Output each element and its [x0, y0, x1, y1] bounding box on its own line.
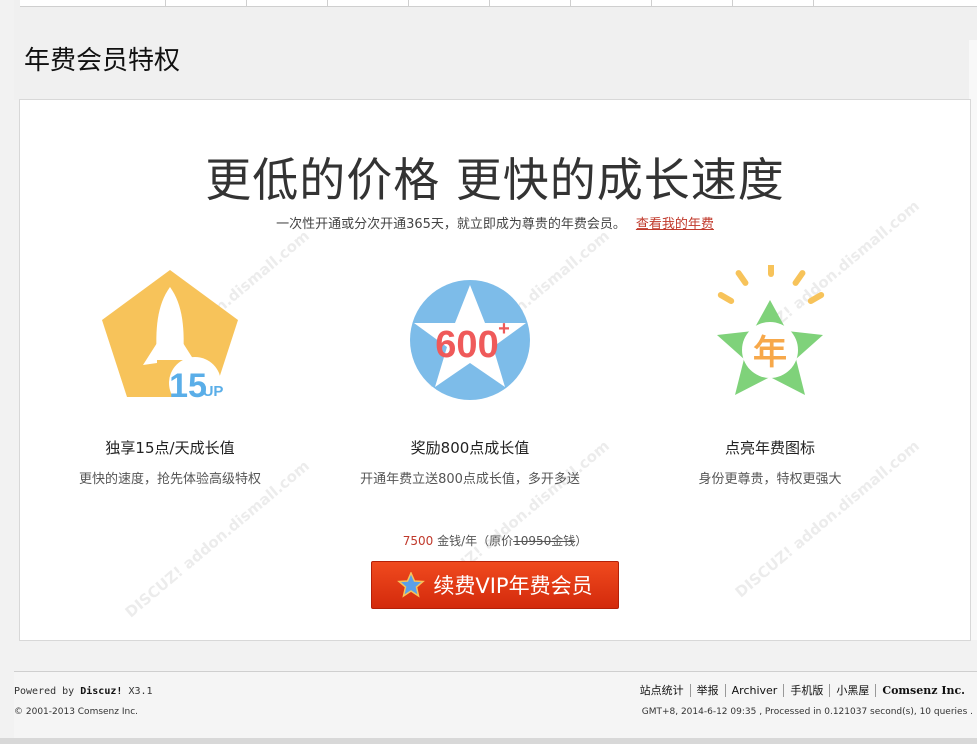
copyright: © 2001-2013 Comsenz Inc.: [14, 707, 139, 717]
badge-number: 600: [435, 324, 498, 366]
badge-char: 年: [753, 333, 787, 373]
footer-links: 站点统计 举报 Archiver 手机版 小黑屋 Comsenz Inc.: [634, 684, 971, 697]
footer-link-mobile[interactable]: 手机版: [783, 684, 829, 697]
my-annual-link[interactable]: 查看我的年费: [636, 217, 714, 232]
footer-link-blackroom[interactable]: 小黑屋: [829, 684, 875, 697]
renew-vip-label: 续费VIP年费会员: [433, 574, 593, 598]
feature-icon: 年 点亮年费图标 身份更尊贵，特权更强大: [645, 265, 895, 487]
feature-growth: 15 UP 独享15点/天成长值 更快的速度，抢先体验高级特权: [45, 265, 295, 487]
feature-title: 奖励800点成长值: [410, 439, 530, 457]
star-badge-icon: [397, 572, 426, 598]
hero-subtitle-text: 一次性开通或分次开通365天，就立即成为尊贵的年费会员。: [276, 217, 626, 232]
feature-reward: 600 + 奖励800点成长值 开通年费立送800点成长值，多开多送: [345, 265, 595, 487]
footer-link-comsenz[interactable]: Comsenz Inc.: [875, 684, 971, 697]
page-title: 年费会员特权: [24, 46, 181, 76]
footer-link-report[interactable]: 举报: [689, 684, 725, 697]
feature-desc: 开通年费立送800点成长值，多开多送: [360, 472, 580, 487]
footer-link-archiver[interactable]: Archiver: [724, 684, 784, 697]
price-close: ）: [575, 534, 588, 548]
feature-title: 点亮年费图标: [724, 439, 815, 457]
feature-desc: 更快的速度，抢先体验高级特权: [78, 472, 261, 487]
rocket-pentagon-icon: 15 UP: [102, 270, 238, 409]
powered-by-text: Powered by: [14, 686, 75, 697]
feature-desc: 身份更尊贵，特权更强大: [698, 472, 842, 487]
hero-subtitle: 一次性开通或分次开通365天，就立即成为尊贵的年费会员。 查看我的年费: [20, 213, 970, 232]
price-line: 7500 金钱/年（原价10950金钱）: [20, 532, 970, 549]
price-original: 10950金钱: [513, 534, 576, 548]
renew-vip-button[interactable]: 续费VIP年费会员: [371, 561, 619, 609]
badge-number: 15: [169, 367, 207, 405]
price-unit: 金钱/年（原价: [437, 534, 514, 548]
badge-suffix: UP: [203, 383, 224, 400]
processing-info: GMT+8, 2014-6-12 09:35 , Processed in 0.…: [641, 707, 973, 717]
footer-link-stats[interactable]: 站点统计: [634, 684, 690, 697]
star-circle-icon: 600 +: [410, 280, 530, 400]
version: X3.1: [128, 686, 153, 697]
powered-by: Powered by Discuz! X3.1: [14, 686, 153, 697]
price-amount: 7500: [402, 534, 434, 548]
feature-title: 独享15点/天成长值: [105, 439, 235, 457]
badge-suffix: +: [498, 318, 510, 340]
discuz-link[interactable]: Discuz!: [80, 686, 122, 697]
footer: Powered by Discuz! X3.1 © 2001-2013 Coms…: [14, 672, 977, 744]
hero-title: 更低的价格 更快的成长速度: [205, 153, 785, 207]
bottom-scrollbar[interactable]: [0, 738, 977, 744]
vip-panel: DISCUZ! addon.dismall.com DISCUZ! addon.…: [19, 99, 971, 641]
top-table-remnant: [20, 0, 977, 7]
year-star-icon: 年: [717, 265, 825, 395]
